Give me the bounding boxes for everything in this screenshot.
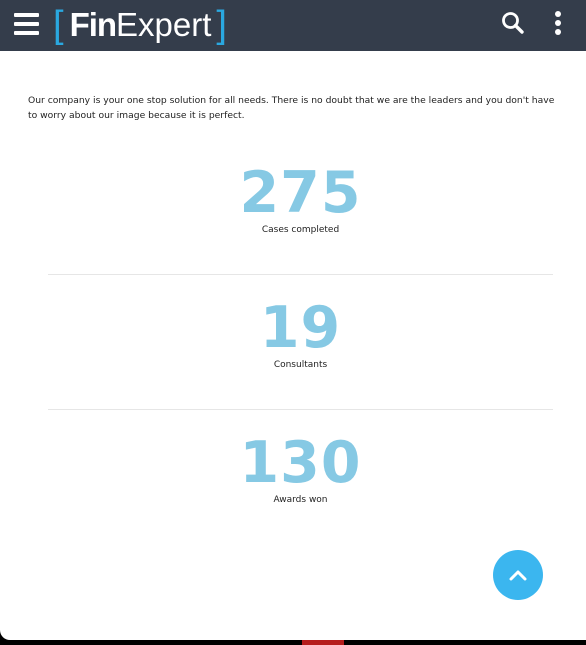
chevron-up-icon [509, 570, 527, 581]
hamburger-menu-icon[interactable] [14, 13, 39, 35]
more-vertical-icon[interactable] [550, 9, 566, 39]
stat-number: 275 [239, 160, 362, 226]
hamburger-line [14, 22, 39, 26]
stat-cases-completed: 275 Cases completed [48, 162, 553, 236]
more-dot [555, 11, 561, 17]
logo-bracket-left: [ [53, 4, 64, 46]
stat-number: 19 [259, 295, 342, 361]
hamburger-line [14, 31, 39, 35]
hamburger-line [14, 13, 39, 17]
stat-label: Cases completed [261, 225, 340, 235]
finexpert-logo[interactable]: [ Fin Expert ] [53, 4, 227, 46]
stat-consultants: 19 Consultants [48, 297, 553, 371]
divider [48, 274, 553, 275]
search-icon[interactable] [500, 10, 526, 36]
scroll-to-top-button[interactable] [493, 550, 543, 600]
stat-awards-won: 130 Awards won [48, 432, 553, 506]
stat-number: 130 [239, 430, 362, 496]
logo-bracket-right: ] [216, 4, 227, 46]
logo-expert-text: Expert [116, 6, 212, 43]
intro-text: Our company is your one stop solution fo… [28, 95, 555, 122]
divider [48, 409, 553, 410]
stat-label: Awards won [273, 495, 328, 505]
app-screen: [ Fin Expert ] Our company is your one s… [0, 0, 586, 640]
taskbar-indicator [302, 640, 344, 645]
more-dot [555, 20, 561, 26]
logo-fin-text: Fin [69, 6, 117, 43]
top-bar: [ Fin Expert ] [0, 0, 586, 51]
more-dot [555, 29, 561, 35]
app-frame: [ Fin Expert ] Our company is your one s… [0, 0, 586, 645]
stat-label: Consultants [273, 360, 328, 370]
